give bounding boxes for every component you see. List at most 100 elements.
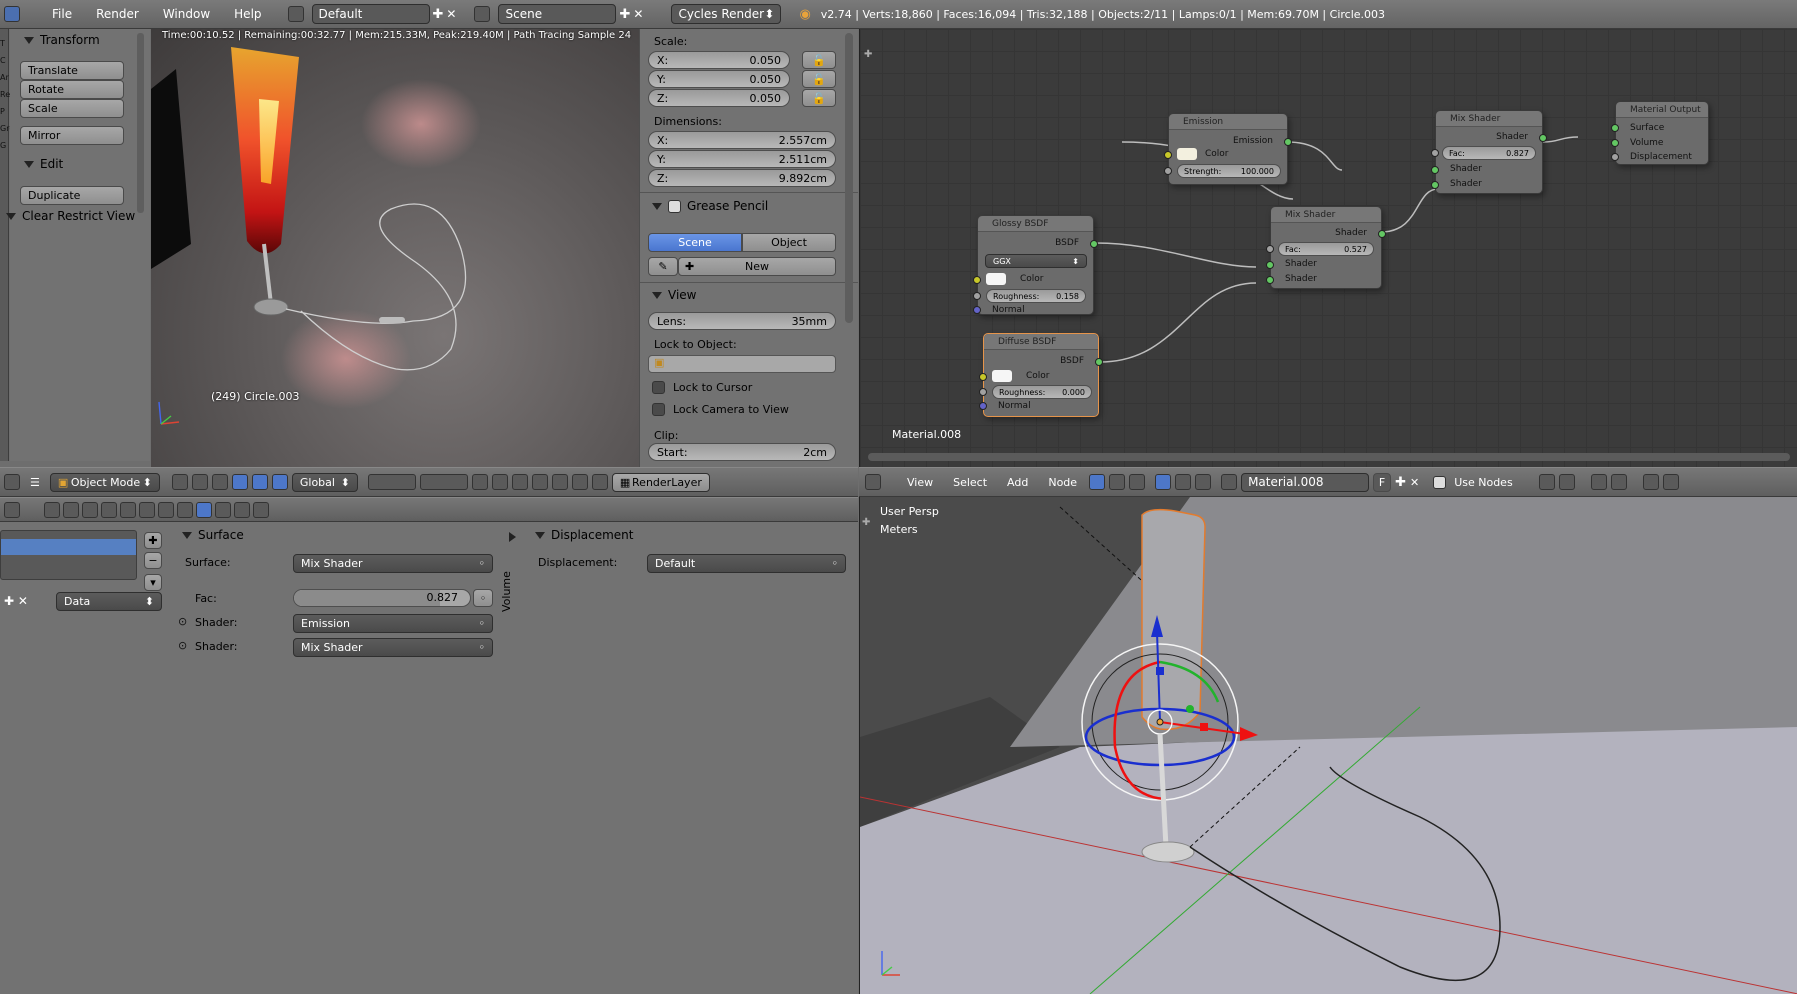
add-scene-icon[interactable]: ✚: [619, 7, 630, 22]
info-editor-icon[interactable]: [4, 6, 20, 22]
glossy-roughness-socket[interactable]: [973, 292, 981, 300]
menu-file[interactable]: File: [40, 7, 84, 21]
properties-scrollbar[interactable]: [845, 33, 853, 323]
diffuse-out-socket[interactable]: [1095, 358, 1103, 366]
remove-material-icon[interactable]: ✚ ✕: [4, 594, 28, 608]
scene-tab-icon[interactable]: [82, 501, 98, 518]
texture-nodes-icon[interactable]: [1109, 474, 1126, 490]
remove-slot-icon[interactable]: −: [144, 552, 162, 569]
surface-panel-header[interactable]: Surface: [182, 528, 244, 542]
node-emission[interactable]: Emission Emission Color Strength: 100.000: [1164, 113, 1292, 185]
world-tab-icon[interactable]: [101, 501, 117, 518]
backdrop-icon[interactable]: [1538, 474, 1555, 490]
layers-grid2-icon[interactable]: [419, 474, 468, 490]
diffuse-color-socket[interactable]: [979, 373, 987, 381]
node-material-output[interactable]: Material Output Surface Volume Displacem…: [1611, 101, 1709, 165]
mode-dropdown[interactable]: ▣ Object Mode ⬍: [49, 472, 160, 492]
mix2-in1-socket[interactable]: [1266, 261, 1274, 269]
grease-pencil-header[interactable]: Grease Pencil: [652, 199, 768, 213]
pivot-icon[interactable]: [191, 474, 208, 490]
render-layer-dropdown[interactable]: ▦ RenderLayer: [611, 472, 710, 492]
node-mix-shader-1[interactable]: Mix Shader Shader Fac: 0.827 Shader Shade…: [1431, 110, 1547, 194]
output-displacement-socket[interactable]: [1611, 153, 1619, 161]
menu-render[interactable]: Render: [84, 7, 151, 21]
scene-icon[interactable]: [474, 6, 491, 22]
node-diffuse-bsdf[interactable]: Diffuse BSDF BSDF Color Roughness: 0.000 …: [979, 333, 1103, 417]
diffuse-normal-socket[interactable]: [979, 402, 987, 410]
render-tab-icon[interactable]: [44, 501, 60, 518]
material-browse-icon[interactable]: [1221, 474, 1238, 490]
properties-editor-icon[interactable]: [4, 501, 20, 518]
mix1-fac-field[interactable]: Fac: 0.827: [1442, 146, 1536, 160]
node-menu-add[interactable]: Add: [999, 476, 1036, 489]
orientation-dropdown[interactable]: Global ⬍: [291, 472, 358, 492]
shader1-expand-icon[interactable]: ⊙: [178, 615, 187, 628]
mix1-out-socket[interactable]: [1539, 134, 1547, 142]
duplicate-button[interactable]: Duplicate: [20, 186, 124, 205]
shader2-expand-icon[interactable]: ⊙: [178, 639, 187, 652]
output-volume-socket[interactable]: [1611, 139, 1619, 147]
line-style-icon[interactable]: [1195, 474, 1212, 490]
screen-layout-icon[interactable]: [287, 6, 304, 22]
lock-layers-icon[interactable]: [471, 474, 488, 490]
grease-pencil-checkbox[interactable]: [668, 199, 681, 213]
editor-type-icon[interactable]: [4, 474, 20, 490]
glossy-color-swatch[interactable]: [986, 273, 1006, 285]
add-slot-icon[interactable]: ✚: [144, 532, 162, 549]
node-editor-corner-icon[interactable]: ✚: [864, 49, 872, 60]
link-data-dropdown[interactable]: Data ⬍: [56, 592, 162, 611]
lens-field[interactable]: Lens: 35mm: [648, 312, 836, 330]
texture-tab-icon[interactable]: [215, 501, 231, 518]
output-surface-socket[interactable]: [1611, 124, 1619, 132]
node-menu-node[interactable]: Node: [1040, 476, 1085, 489]
parent-node-icon[interactable]: [1558, 474, 1575, 490]
dim-x-field[interactable]: X: 2.557cm: [648, 131, 836, 149]
render-engine-dropdown[interactable]: Cycles Render ⬍: [671, 4, 782, 24]
scale-y-field[interactable]: Y: 0.050: [648, 70, 790, 88]
volume-collapsed-icon[interactable]: [509, 532, 516, 545]
dim-z-field[interactable]: Z: 9.892cm: [648, 169, 836, 187]
rendered-viewport[interactable]: Time:00:10.52 | Remaining:00:32.77 | Mem…: [151, 29, 639, 467]
menu-icon[interactable]: ☰: [30, 476, 40, 489]
emission-out-socket[interactable]: [1284, 138, 1292, 146]
shader1-dropdown[interactable]: Emission ◦: [293, 614, 493, 633]
render-anim-icon[interactable]: [571, 474, 588, 490]
translate-manip-icon[interactable]: [231, 474, 248, 490]
tab-other[interactable]: G: [0, 137, 8, 154]
tab-grease[interactable]: Gre: [0, 120, 14, 137]
snap-element-icon[interactable]: [531, 474, 548, 490]
clear-restrict-header[interactable]: Clear Restrict View: [6, 209, 135, 223]
emission-strength-field[interactable]: Strength: 100.000: [1177, 164, 1281, 178]
manipulator-toggle-icon[interactable]: [211, 474, 228, 490]
snap-node-icon[interactable]: [1590, 474, 1607, 490]
grease-new-button[interactable]: ✚ New: [678, 257, 836, 276]
compositing-nodes-icon[interactable]: [1129, 474, 1146, 490]
mix2-fac-field[interactable]: Fac: 0.527: [1278, 242, 1374, 256]
tab-tools[interactable]: T: [0, 35, 8, 52]
material-name-field[interactable]: Material.008: [1241, 472, 1370, 492]
transform-panel-header[interactable]: Transform: [24, 33, 100, 47]
lock-cursor-row[interactable]: Lock to Cursor: [652, 381, 752, 394]
add-layout-icon[interactable]: ✚: [433, 7, 444, 22]
scale-x-field[interactable]: X: 0.050: [648, 51, 790, 69]
scale-z-field[interactable]: Z: 0.050: [648, 89, 790, 107]
object-tab-icon[interactable]: [120, 501, 136, 518]
emission-color-swatch[interactable]: [1177, 148, 1197, 160]
node-menu-view[interactable]: View: [899, 476, 941, 489]
lock-object-field[interactable]: ▣: [648, 355, 836, 373]
diffuse-color-swatch[interactable]: [992, 370, 1012, 382]
scale-button[interactable]: Scale: [20, 99, 124, 118]
remove-scene-icon[interactable]: ✕: [633, 7, 643, 21]
scene-field[interactable]: Scene: [498, 4, 617, 24]
pause-icon[interactable]: [591, 474, 608, 490]
paste-nodes-icon[interactable]: [1662, 474, 1679, 490]
lock-camera-row[interactable]: Lock Camera to View: [652, 403, 789, 416]
clip-start-field[interactable]: Start: 2cm: [648, 443, 836, 461]
node-editor[interactable]: ✚ Emission Emission Color Strength: 100.0…: [859, 29, 1797, 467]
screen-layout-field[interactable]: Default: [311, 4, 430, 24]
mix2-in2-socket[interactable]: [1266, 276, 1274, 284]
displacement-dropdown[interactable]: Default ◦: [647, 554, 846, 573]
view-panel-header[interactable]: View: [652, 288, 696, 302]
world-shader-icon[interactable]: [1175, 474, 1192, 490]
pencil-icon[interactable]: ✎: [648, 257, 678, 276]
